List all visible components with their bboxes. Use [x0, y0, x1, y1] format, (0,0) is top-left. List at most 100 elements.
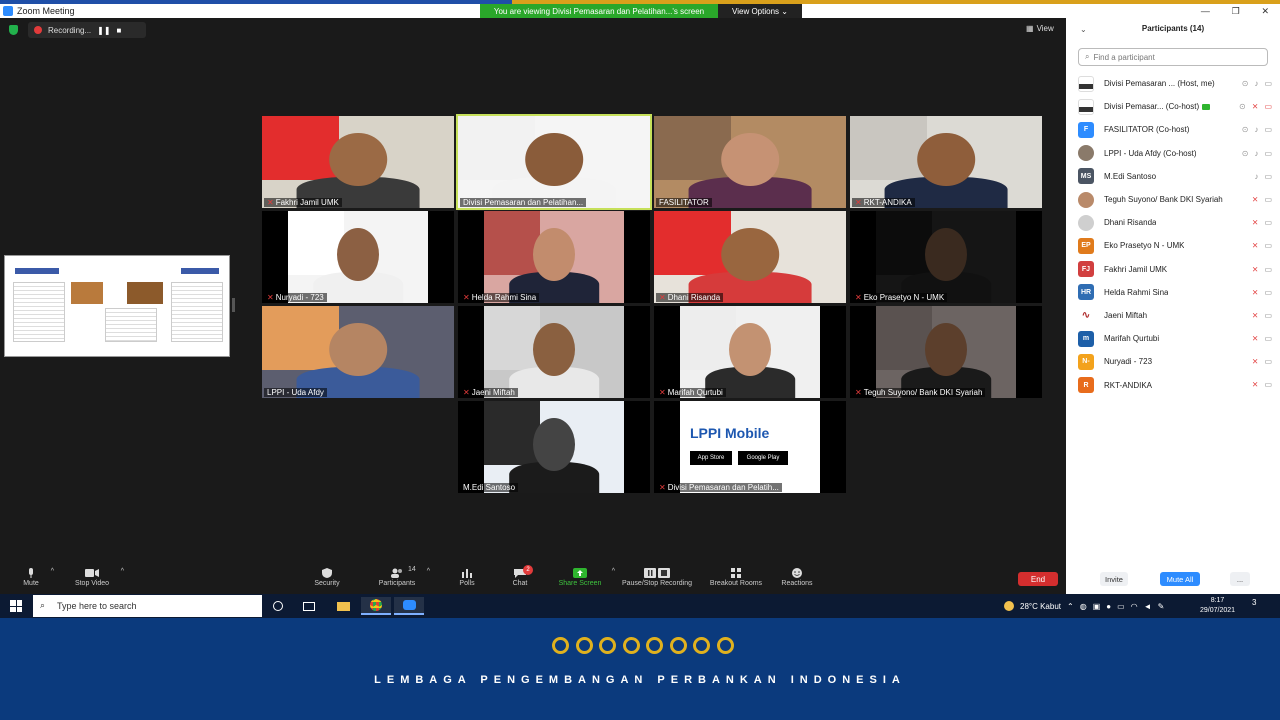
video-tile[interactable]: ✕ Jaeni Miftah — [458, 306, 650, 398]
muted-mic-icon[interactable]: ⨯ — [1252, 288, 1259, 297]
participant-row[interactable]: EP Eko Prasetyo N - UMK ⨯ ▭ — [1066, 234, 1280, 257]
mute-all-button[interactable]: Mute All — [1160, 572, 1200, 586]
muted-mic-icon[interactable]: ⨯ — [1252, 218, 1259, 227]
chevron-up-icon[interactable]: ^ — [427, 568, 430, 575]
end-button[interactable]: End — [1018, 572, 1058, 586]
cortana-icon[interactable] — [263, 597, 293, 615]
camera-icon[interactable]: ▭ — [1264, 125, 1272, 134]
muted-mic-icon[interactable]: ⨯ — [1252, 195, 1259, 204]
camera-icon[interactable]: ▭ — [1264, 380, 1272, 389]
security-button[interactable]: Security — [310, 564, 344, 587]
participant-row[interactable]: Divisi Pemasaran ... (Host, me) ⊙ ♪ ▭ — [1066, 72, 1280, 95]
video-tile[interactable]: ✕ Nuryadi - 723 — [262, 211, 454, 303]
shared-screen-thumbnail[interactable] — [4, 255, 230, 357]
volume-icon[interactable]: ◄ — [1144, 602, 1152, 611]
camera-icon[interactable]: ▭ — [1264, 218, 1272, 227]
chat-button[interactable]: 2 Chat — [509, 564, 533, 587]
chevron-up-icon[interactable]: ^ — [612, 568, 615, 575]
view-options-button[interactable]: View Options ⌄ — [718, 4, 802, 18]
share-screen-button[interactable]: Share Screen ^ — [555, 564, 615, 587]
participant-row[interactable]: ∿ Jaeni Miftah ⨯ ▭ — [1066, 304, 1280, 327]
video-tile[interactable]: ✕ Teguh Suyono/ Bank DKI Syariah — [850, 306, 1042, 398]
task-view-icon[interactable] — [294, 597, 324, 615]
mute-button[interactable]: Mute ^ — [18, 564, 54, 587]
participants-button[interactable]: 14 Participants ^ — [374, 564, 430, 587]
participant-row[interactable]: Teguh Suyono/ Bank DKI Syariah ⨯ ▭ — [1066, 188, 1280, 211]
pen-icon[interactable]: ✎ — [1158, 602, 1165, 611]
reactions-button[interactable]: Reactions — [780, 564, 814, 587]
muted-mic-icon[interactable]: ⨯ — [1252, 102, 1259, 111]
chevron-up-icon[interactable]: ⌃ — [1067, 602, 1074, 611]
stop-recording-icon[interactable]: ■ — [117, 26, 122, 35]
network-icon[interactable]: ◍ — [1080, 602, 1087, 611]
camera-icon[interactable]: ▭ — [1264, 195, 1272, 204]
video-tile[interactable]: ✕ Eko Prasetyo N - UMK — [850, 211, 1042, 303]
chevron-up-icon[interactable]: ^ — [121, 568, 124, 575]
camera-icon[interactable]: ▭ — [1264, 311, 1272, 320]
camera-icon[interactable]: ▭ — [1264, 241, 1272, 250]
participant-row[interactable]: F FASILITATOR (Co-host) ⊙ ♪ ▭ — [1066, 118, 1280, 141]
taskbar-search-input[interactable]: ⌕ Type here to search — [33, 595, 262, 617]
zoom-app-icon[interactable] — [394, 597, 424, 615]
notification-icon[interactable]: 3 — [1252, 598, 1266, 612]
participant-row[interactable]: Divisi Pemasar... (Co-host) ⊙ ⨯ ▭ — [1066, 95, 1280, 118]
minimize-button[interactable]: — — [1201, 6, 1210, 16]
chevron-up-icon[interactable]: ^ — [51, 568, 54, 575]
close-button[interactable]: ✕ — [1262, 6, 1270, 17]
participant-row[interactable]: N- Nuryadi - 723 ⨯ ▭ — [1066, 350, 1280, 373]
stop-video-button[interactable]: Stop Video ^ — [70, 564, 124, 587]
camera-icon[interactable]: ▭ — [1264, 334, 1272, 343]
battery-icon[interactable]: ▭ — [1117, 602, 1125, 611]
camera-icon[interactable]: ▭ — [1264, 288, 1272, 297]
video-tile[interactable]: LPPI Mobile App Store Google Play ✕ Divisi P… — [654, 401, 846, 493]
participant-row[interactable]: FJ Fakhri Jamil UMK ⨯ ▭ — [1066, 258, 1280, 281]
file-explorer-icon[interactable] — [328, 597, 358, 615]
muted-mic-icon[interactable]: ⨯ — [1252, 241, 1259, 250]
microphone-icon[interactable]: ♪ — [1254, 149, 1258, 158]
video-tile[interactable]: LPPI - Uda Afdy — [262, 306, 454, 398]
muted-mic-icon[interactable]: ⨯ — [1252, 357, 1259, 366]
polls-button[interactable]: Polls — [456, 564, 478, 587]
camera-off-icon[interactable]: ▭ — [1264, 102, 1272, 111]
participant-row[interactable]: R RKT-ANDIKA ⨯ ▭ — [1066, 373, 1280, 396]
wifi-icon[interactable]: ◠ — [1131, 602, 1138, 611]
security-tray-icon[interactable]: ▣ — [1093, 602, 1101, 611]
video-tile[interactable]: ✕ Dhani Risanda — [654, 211, 846, 303]
video-tile[interactable]: Divisi Pemasaran dan Pelatihan... — [456, 114, 652, 210]
camera-icon[interactable]: ▭ — [1264, 172, 1272, 181]
video-tile[interactable]: ✕ Marifah Qurtubi — [654, 306, 846, 398]
video-tile[interactable]: M.Edi Santoso — [458, 401, 650, 493]
muted-mic-icon[interactable]: ⨯ — [1252, 265, 1259, 274]
video-tile[interactable]: ✕ Fakhri Jamil UMK — [262, 116, 454, 208]
participant-search-input[interactable]: ⌕ Find a participant — [1078, 48, 1268, 66]
microphone-icon[interactable]: ♪ — [1254, 125, 1258, 134]
muted-mic-icon[interactable]: ⨯ — [1252, 380, 1259, 389]
taskbar-clock[interactable]: 8:17 29/07/2021 — [1200, 596, 1235, 616]
mic-tray-icon[interactable]: ● — [1106, 602, 1111, 611]
video-tile[interactable]: ✕ RKT-ANDIKA — [850, 116, 1042, 208]
muted-mic-icon[interactable]: ⨯ — [1252, 311, 1259, 320]
restore-button[interactable]: ❐ — [1232, 6, 1240, 17]
view-button[interactable]: ▦ View — [1026, 24, 1054, 33]
pause-recording-icon[interactable]: ❚❚ — [97, 26, 110, 35]
camera-icon[interactable]: ▭ — [1264, 149, 1272, 158]
participant-row[interactable]: HR Helda Rahmi Sina ⨯ ▭ — [1066, 281, 1280, 304]
more-button[interactable]: ... — [1230, 572, 1250, 586]
invite-button[interactable]: Invite — [1100, 572, 1128, 586]
microphone-icon[interactable]: ♪ — [1254, 79, 1258, 88]
participant-row[interactable]: Dhani Risanda ⨯ ▭ — [1066, 211, 1280, 234]
camera-icon[interactable]: ▭ — [1264, 79, 1272, 88]
participant-row[interactable]: MS M.Edi Santoso ♪ ▭ — [1066, 165, 1280, 188]
video-tile[interactable]: FASILITATOR — [654, 116, 846, 208]
camera-icon[interactable]: ▭ — [1264, 265, 1272, 274]
weather-text[interactable]: 28°C Kabut — [1020, 602, 1061, 611]
windows-start-icon[interactable] — [10, 600, 22, 612]
video-tile[interactable]: ✕ Helda Rahmi Sina — [458, 211, 650, 303]
breakout-rooms-button[interactable]: Breakout Rooms — [706, 564, 766, 587]
resize-handle[interactable] — [232, 298, 235, 312]
pause-stop-recording-button[interactable]: Pause/Stop Recording — [617, 564, 697, 587]
participant-row[interactable]: m Marifah Qurtubi ⨯ ▭ — [1066, 327, 1280, 350]
chrome-icon[interactable] — [361, 597, 391, 615]
camera-icon[interactable]: ▭ — [1264, 357, 1272, 366]
microphone-icon[interactable]: ♪ — [1254, 172, 1258, 181]
